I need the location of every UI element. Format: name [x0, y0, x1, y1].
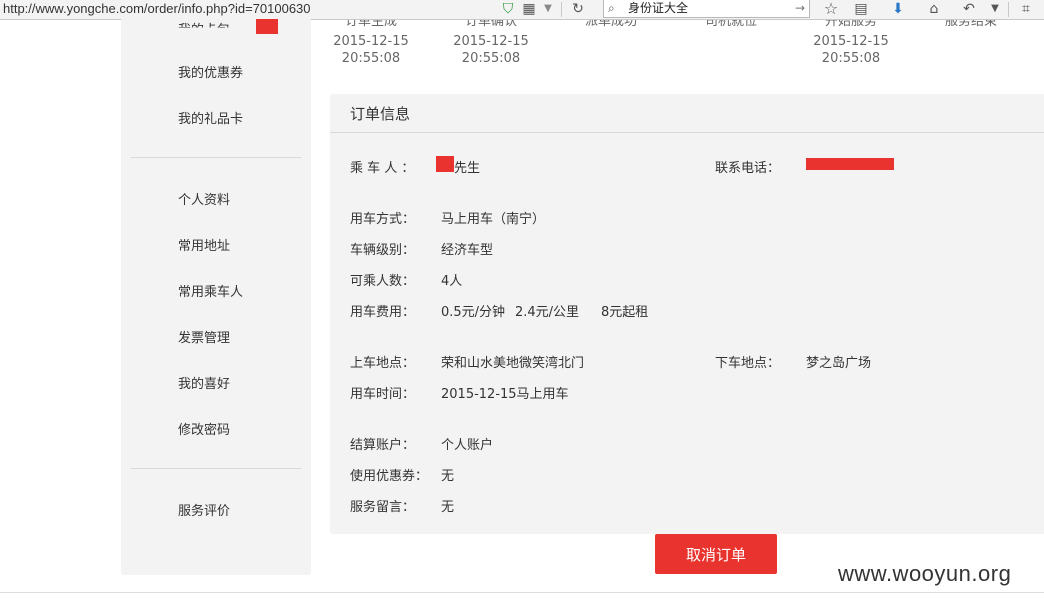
passenger-value: 先生 [454, 161, 481, 176]
step-label: 服务结束 [944, 20, 997, 29]
fee-per-minute: 0.5元/分钟 [441, 305, 506, 320]
message-value: 无 [441, 500, 455, 515]
step-dispatched: 派单成功 [551, 20, 671, 33]
sidebar-item-coupons[interactable]: 我的优惠券 [178, 62, 243, 81]
search-input[interactable]: ⌕ 身份证大全 → [603, 0, 810, 18]
fee-start: 8元起租 [601, 305, 649, 320]
sidebar-divider [131, 157, 301, 158]
passenger-label: 乘 车 人 ： [350, 161, 415, 176]
phone-redaction [806, 158, 894, 170]
sidebar: 我的卡包 我的优惠券 我的礼品卡 个人资料 常用地址 常用乘车人 发票管理 我的… [121, 19, 311, 575]
sidebar-item-password[interactable]: 修改密码 [178, 419, 230, 438]
seats-label: 可乘人数： [350, 274, 416, 289]
crop-icon[interactable]: ⌗ [1016, 0, 1036, 19]
sidebar-item-giftcards[interactable]: 我的礼品卡 [178, 108, 243, 127]
step-date: 2015-12-15 [453, 34, 529, 49]
account-label: 结算账户： [350, 438, 416, 453]
browser-toolbar: http://www.yongche.com/order/info.php?id… [0, 0, 1044, 20]
mode-label: 用车方式： [350, 212, 416, 227]
step-driver-ready: 司机就位 [671, 20, 791, 33]
star-icon[interactable]: ☆ [821, 0, 841, 19]
pickup-value: 荣和山水美地微笑湾北门 [441, 356, 585, 371]
passenger-redaction [436, 156, 454, 172]
step-label: 司机就位 [704, 20, 757, 29]
fee-label: 用车费用： [350, 305, 416, 320]
step-date: 2015-12-15 [813, 34, 889, 49]
go-arrow-icon[interactable]: → [795, 0, 805, 16]
pickup-label: 上车地点： [350, 356, 416, 371]
search-icon: ⌕ [608, 1, 615, 15]
sidebar-item-invoices[interactable]: 发票管理 [178, 327, 230, 346]
dropdown-icon[interactable]: ▼ [541, 0, 555, 19]
step-label: 开始服务 [824, 20, 877, 29]
message-label: 服务留言： [350, 500, 416, 515]
phone-label: 联系电话： [715, 161, 781, 176]
cancel-order-button[interactable]: 取消订单 [655, 534, 777, 574]
seats-value: 4人 [441, 274, 463, 289]
toolbar-separator [1008, 2, 1009, 17]
address-bar[interactable]: http://www.yongche.com/order/info.php?id… [0, 0, 311, 19]
search-value: 身份证大全 [628, 1, 689, 15]
sidebar-item-profile[interactable]: 个人资料 [178, 189, 230, 208]
sidebar-item-addresses[interactable]: 常用地址 [178, 235, 230, 254]
sidebar-item-preferences[interactable]: 我的喜好 [178, 373, 230, 392]
dropoff-value: 梦之岛广场 [806, 356, 872, 371]
step-time: 20:55:08 [341, 51, 401, 66]
level-label: 车辆级别： [350, 243, 416, 258]
step-created: 订单生成 2015-12-15 20:55:08 [311, 20, 431, 67]
home-icon[interactable]: ⌂ [924, 0, 944, 19]
coupon-label: 使用优惠券： [350, 469, 429, 484]
shield-icon[interactable]: ⛉ [499, 0, 517, 19]
watermark: www.wooyun.org [838, 561, 1012, 586]
sidebar-item-review[interactable]: 服务评价 [178, 500, 230, 519]
back-icon[interactable]: ↶ [959, 0, 979, 19]
dropoff-label: 下车地点： [715, 356, 781, 371]
page-bottom-border [0, 592, 1044, 593]
step-label: 派单成功 [584, 20, 637, 29]
step-time: 20:55:08 [461, 51, 521, 66]
panel-divider [330, 132, 1044, 133]
qr-icon[interactable]: ▦ [520, 0, 538, 19]
time-label: 用车时间： [350, 387, 416, 402]
sidebar-item-passengers[interactable]: 常用乘车人 [178, 281, 243, 300]
step-service-start: 开始服务 2015-12-15 20:55:08 [791, 20, 911, 67]
step-label: 订单确认 [464, 20, 517, 29]
new-badge [256, 19, 278, 34]
order-info-panel: 订单信息 乘 车 人 ： 先生 联系电话： 用车方式： 马上用车（南宁） 车辆级… [330, 94, 1044, 534]
menu-dropdown-icon[interactable]: ▼ [988, 0, 1002, 19]
coupon-value: 无 [441, 469, 455, 484]
step-label: 订单生成 [344, 20, 397, 29]
reading-list-icon[interactable]: ▤ [851, 0, 871, 19]
step-time: 20:55:08 [821, 51, 881, 66]
mode-value: 马上用车（南宁） [441, 212, 546, 227]
account-value: 个人账户 [441, 438, 494, 453]
time-value: 2015-12-15马上用车 [441, 387, 569, 402]
reload-icon[interactable]: ↻ [569, 0, 587, 19]
sidebar-divider [131, 468, 301, 469]
sidebar-item-cut[interactable]: 我的卡包 [178, 19, 230, 28]
toolbar-separator [561, 2, 562, 17]
step-date: 2015-12-15 [333, 34, 409, 49]
level-value: 经济车型 [441, 243, 494, 258]
step-service-end: 服务结束 [911, 20, 1031, 33]
panel-title: 订单信息 [350, 105, 411, 123]
step-confirmed: 订单确认 2015-12-15 20:55:08 [431, 20, 551, 67]
download-icon[interactable]: ⬇ [888, 0, 908, 19]
fee-per-km: 2.4元/公里 [515, 305, 580, 320]
